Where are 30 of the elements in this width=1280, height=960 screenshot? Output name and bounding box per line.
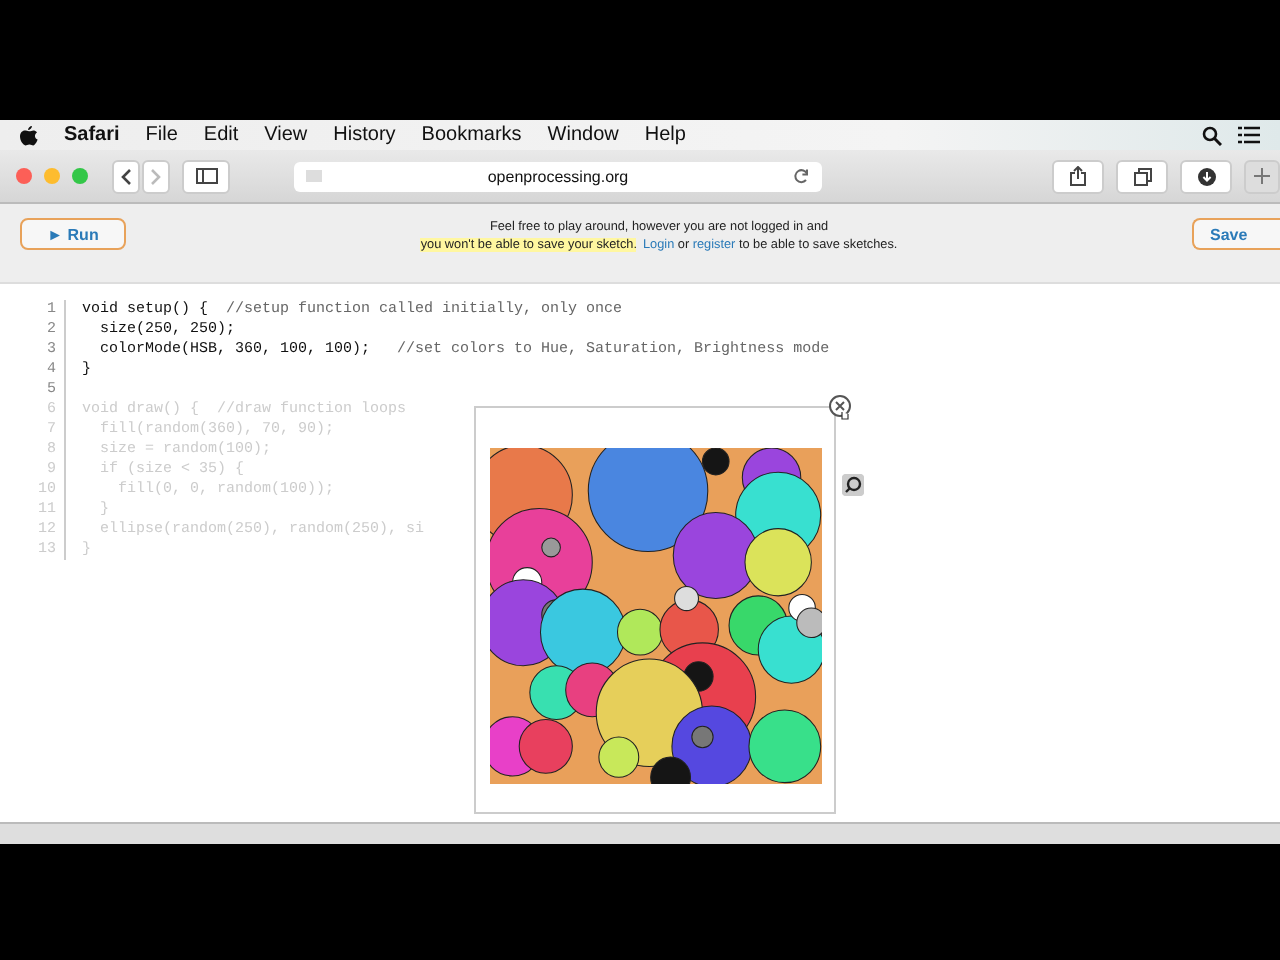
menu-item[interactable]: Window: [547, 124, 619, 146]
page-icon: [306, 170, 322, 182]
sidebar-icon: [195, 168, 217, 184]
download-button[interactable]: [1180, 159, 1232, 193]
share-button[interactable]: [1052, 159, 1104, 193]
new-tab-button[interactable]: [1244, 159, 1280, 193]
run-button[interactable]: ► Run: [20, 218, 126, 250]
chevron-left-icon: [120, 167, 132, 185]
menu-item[interactable]: History: [333, 124, 396, 146]
menu-item[interactable]: Bookmarks: [421, 124, 522, 146]
chevron-right-icon: [150, 167, 162, 185]
plus-icon: [1254, 168, 1270, 184]
search-icon[interactable]: [1202, 125, 1222, 145]
tabs-button[interactable]: [1116, 159, 1168, 193]
close-icon[interactable]: [828, 394, 852, 420]
menu-item[interactable]: Edit: [203, 124, 239, 146]
reload-icon[interactable]: [794, 168, 810, 184]
apple-logo-icon[interactable]: [20, 125, 38, 145]
list-icon[interactable]: [1238, 126, 1260, 144]
menu-item[interactable]: View: [264, 124, 308, 146]
save-button[interactable]: Save: [1192, 218, 1280, 250]
menu-item[interactable]: Help: [644, 124, 686, 146]
share-icon: [1070, 166, 1086, 186]
address-field[interactable]: openprocessing.org: [294, 161, 822, 191]
back-button[interactable]: [112, 159, 140, 193]
menu-item[interactable]: Safari: [64, 124, 120, 146]
sidebar-button[interactable]: [182, 159, 230, 193]
menu-item[interactable]: File: [145, 124, 178, 146]
tabs-icon: [1133, 167, 1151, 185]
download-icon: [1197, 167, 1215, 185]
